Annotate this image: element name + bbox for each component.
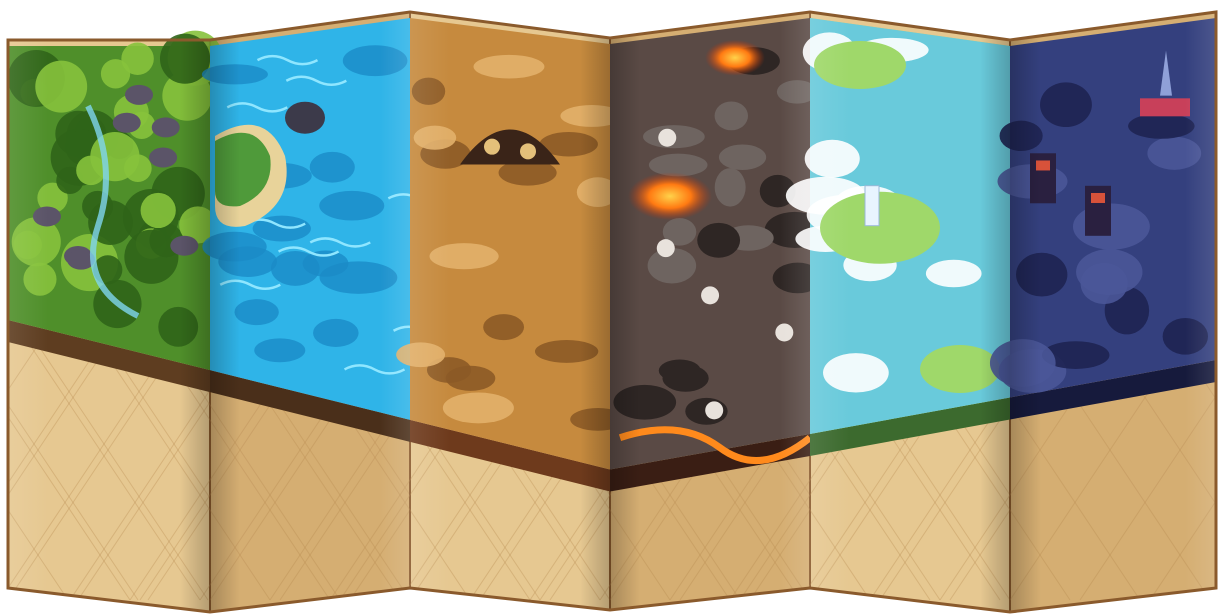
world-map <box>0 0 1224 614</box>
region-desert-hit[interactable] <box>410 18 610 470</box>
parchment-grid-line <box>1220 300 1224 600</box>
region-forest-hit[interactable] <box>8 46 210 370</box>
region-volcano-hit[interactable] <box>610 18 810 470</box>
region-ocean-hit[interactable] <box>210 18 410 420</box>
region-sky-islands-hit[interactable] <box>810 18 1010 434</box>
region-dark-fortress-hit[interactable] <box>1010 18 1216 398</box>
folded-map-scroll <box>6 10 1224 614</box>
parchment-grid-line <box>1220 300 1224 600</box>
